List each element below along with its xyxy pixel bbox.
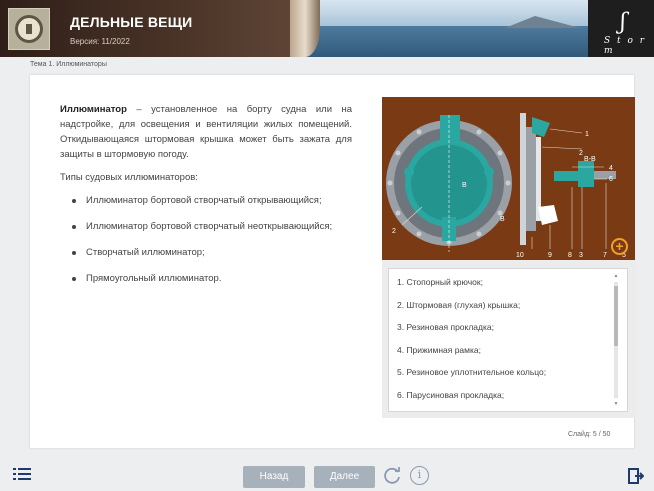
reload-icon[interactable] [383,466,402,485]
svg-text:2: 2 [579,150,583,157]
list-item: 2. Штормовая (глухая) крышка; [397,299,521,310]
svg-text:1: 1 [585,131,589,138]
scroll-down-icon[interactable]: ▼ [612,400,620,408]
scroll-thumb[interactable] [614,286,618,346]
list-item: Прямоугольный иллюминатор. [72,273,332,299]
info-icon[interactable]: i [410,466,429,485]
detail-block [554,171,578,181]
legend-list[interactable]: 1. Стопорный крючок; 2. Штормовая (глуха… [388,268,628,412]
header-porthole-rim [290,0,320,57]
definition-paragraph: Иллюминатор – установленное на борту суд… [60,102,352,162]
svg-text:10: 10 [516,252,524,259]
list-item: 3. Резиновая прокладка; [397,322,494,332]
logo-emblem-icon [15,15,43,43]
svg-text:7: 7 [603,252,607,259]
svg-text:2: 2 [392,228,396,235]
detail-ring [578,161,594,187]
term: Иллюминатор [60,104,127,115]
svg-text:3: 3 [579,252,583,259]
next-button[interactable]: Далее [314,466,375,488]
menu-icon[interactable] [13,467,31,481]
side-clamp-left [404,167,414,177]
porthole-diagram-svg: 1 2 В-В 4 6 В В 2 10 9 8 3 7 5 [386,113,626,259]
list-item: Створчатый иллюминатор; [72,247,332,273]
svg-text:В-В: В-В [584,156,596,163]
hinge [440,115,460,145]
header-mountain [505,16,580,28]
list-item: 6. Парусиновая прокладка; [397,389,505,400]
list-item: Иллюминатор бортовой створчатый неоткрыв… [72,221,332,247]
header-sea [300,26,590,57]
exit-icon[interactable] [628,468,644,484]
scroll-up-icon[interactable]: ▲ [612,272,620,280]
types-list: Иллюминатор бортовой створчатый открываю… [72,195,332,299]
list-item: 4. Прижимная рамка; [397,344,481,355]
list-item: 5. Резиновое уплотнительное кольцо; [397,367,547,377]
types-label: Типы судовых иллюминаторов: [60,172,198,183]
svg-text:9: 9 [548,252,552,259]
side-wing-nut [538,205,558,225]
svg-text:В: В [462,182,467,189]
svg-text:8: 8 [568,252,572,259]
side-hull [520,113,526,245]
svg-text:В: В [500,216,505,223]
side-frame [526,127,536,231]
side-clamp-right [484,167,494,177]
course-title: ДЕЛЬНЫЕ ВЕЩИ [70,14,193,30]
course-version: Версия: 11/2022 [70,37,130,46]
svg-text:4: 4 [609,165,613,172]
list-item: 1. Стопорный крючок; [397,277,483,287]
porthole-diagram[interactable]: 1 2 В-В 4 6 В В 2 10 9 8 3 7 5 [382,97,635,260]
legend-scrollbar[interactable]: ▲ ▼ [611,272,621,408]
course-logo [8,8,50,50]
slide-counter: Слайд: 5 / 50 [568,431,611,438]
list-item: Иллюминатор бортовой створчатый открываю… [72,195,332,221]
brand-word: S t o r m [604,36,647,56]
svg-text:6: 6 [609,176,613,183]
brand-swirl-icon: ʃ [620,10,626,35]
zoom-icon[interactable]: + [611,238,628,255]
back-button[interactable]: Назад [243,466,305,488]
brand-logo: ʃ S t o r m [604,10,654,57]
breadcrumb: Тема 1. Иллюминаторы [30,61,107,68]
